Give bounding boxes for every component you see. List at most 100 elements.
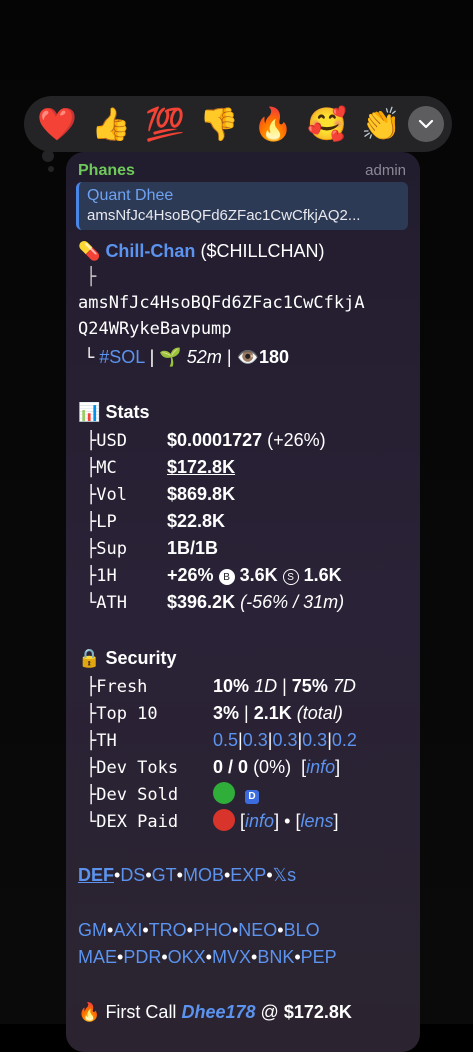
separator: |	[226, 347, 232, 367]
stats-title: Stats	[105, 402, 150, 422]
dev-badge[interactable]: D	[245, 790, 260, 804]
security-label: ├Top 10	[86, 704, 158, 724]
stat-value: $869.8K	[167, 484, 236, 504]
stat-value: 1B/1B	[167, 538, 219, 558]
tree-branch: ├	[86, 267, 97, 287]
fresh-period-2: 7D	[332, 676, 356, 696]
th-link-5[interactable]: 0.2	[332, 730, 357, 750]
link-exp[interactable]: EXP	[230, 865, 266, 885]
link-ds[interactable]: DS	[120, 865, 145, 885]
stat-label: ├LP	[86, 512, 117, 532]
stat-value: +26%	[167, 565, 214, 585]
token-name-link[interactable]: Chill-Chan	[105, 241, 195, 261]
reaction-heart[interactable]: ❤️	[30, 96, 84, 152]
reaction-hundred[interactable]: 💯	[138, 96, 192, 152]
tree-end: └	[84, 348, 95, 368]
link-axi[interactable]: AXI	[113, 920, 142, 940]
fire-icon: 🔥	[78, 1002, 101, 1022]
contract-address-line1[interactable]: amsNfJc4HsoBQFd6ZFac1CwCfkjA	[78, 290, 365, 316]
pill-icon: 💊	[78, 241, 101, 261]
buys-icon: B	[218, 569, 235, 585]
stat-row-usd: ├USD $0.0001727 (+26%)	[86, 427, 326, 454]
token-ticker: ($CHILLCHAN)	[200, 241, 325, 261]
reaction-clap[interactable]: 👏	[354, 96, 408, 152]
link-pdr[interactable]: PDR	[123, 947, 161, 967]
bullet: •	[284, 811, 291, 831]
link-blo[interactable]: BLO	[284, 920, 320, 940]
separator: |	[282, 676, 287, 696]
reaction-fire[interactable]: 🔥	[246, 96, 300, 152]
green-status-icon	[213, 782, 236, 804]
caller-link[interactable]: Dhee178	[181, 1002, 255, 1022]
link-gm[interactable]: GM	[78, 920, 107, 940]
link-okx[interactable]: OKX	[168, 947, 206, 967]
token-header: 💊 Chill-Chan ($CHILLCHAN)	[78, 238, 324, 264]
security-label: ├Dev Toks	[86, 758, 179, 778]
sells-value: 1.6K	[303, 565, 342, 585]
chevron-down-icon	[418, 119, 434, 129]
top10-note: (total)	[296, 703, 343, 723]
bar-chart-icon: 📊	[78, 402, 101, 422]
link-mob[interactable]: MOB	[183, 865, 224, 885]
reaction-bar-tail-small	[48, 166, 54, 172]
reply-quote[interactable]: Quant Dhee amsNfJc4HsoBQFd6ZFac1CwCfkjAQ…	[76, 182, 408, 230]
stat-label: ├Sup	[86, 539, 127, 559]
security-row-fresh: ├Fresh 10% 1D | 75% 7D	[86, 673, 356, 700]
security-row-dev-toks: ├Dev Toks 0 / 0 (0%) [info]	[86, 754, 340, 781]
buys-value: 3.6K	[239, 565, 278, 585]
separator: |	[149, 347, 155, 367]
stat-row-mc: ├MC $172.8K	[86, 454, 235, 481]
links-row-3: MAE•PDR•OKX•MVX•BNK•PEP	[78, 944, 337, 970]
th-link-4[interactable]: 0.3	[302, 730, 327, 750]
dev-toks-info-link[interactable]: info	[306, 757, 335, 777]
stat-label: └ATH	[86, 593, 127, 613]
link-tro[interactable]: TRO	[149, 920, 187, 940]
reaction-thumbs-up[interactable]: 👍	[84, 96, 138, 152]
market-cap-link[interactable]: $172.8K	[167, 457, 235, 477]
stat-row-lp: ├LP $22.8K	[86, 508, 225, 535]
stat-label: ├Vol	[86, 485, 127, 505]
stat-label: ├1H	[86, 566, 117, 586]
link-pep[interactable]: PEP	[301, 947, 337, 967]
th-link-1[interactable]: 0.5	[213, 730, 238, 750]
security-heading: 🔒 Security	[78, 645, 176, 671]
stat-value: $22.8K	[167, 511, 226, 531]
at-sign: @	[260, 1002, 279, 1022]
more-reactions-button[interactable]	[408, 106, 444, 142]
first-call-line: 🔥 First Call Dhee178 @ $172.8K	[78, 999, 352, 1025]
security-row-dev-sold: ├Dev Sold D	[86, 781, 260, 808]
dex-lens-link[interactable]: lens	[300, 811, 333, 831]
link-mvx[interactable]: MVX	[212, 947, 251, 967]
stat-row-ath: └ATH $396.2K (-56% / 31m)	[86, 589, 344, 616]
dex-info-link[interactable]: info	[245, 811, 274, 831]
security-label: ├Fresh	[86, 677, 148, 697]
link-neo[interactable]: NEO	[238, 920, 277, 940]
link-mae[interactable]: MAE	[78, 947, 117, 967]
security-label: ├TH	[86, 731, 117, 751]
th-link-2[interactable]: 0.3	[243, 730, 268, 750]
security-label: └DEX Paid	[86, 812, 179, 832]
link-bnk[interactable]: BNK	[257, 947, 294, 967]
first-call-value: $172.8K	[283, 1002, 352, 1022]
link-x-search[interactable]: 𝕏s	[273, 865, 297, 885]
link-pho[interactable]: PHO	[193, 920, 232, 940]
bracket: ]	[333, 811, 339, 831]
chain-hashtag[interactable]: #SOL	[99, 347, 144, 367]
sender-role: admin	[365, 162, 406, 179]
seedling-icon: 🌱	[159, 347, 182, 367]
stat-value: $396.2K	[167, 592, 236, 612]
fresh-period-1: 1D	[254, 676, 278, 696]
reply-text: amsNfJc4HsoBQFd6ZFac1CwCfkjAQ2...	[87, 207, 361, 224]
top10-value-1: 3%	[213, 703, 240, 723]
dev-toks-pct: (0%)	[253, 757, 292, 777]
contract-address-line2[interactable]: Q24WRykeBavpump	[78, 316, 232, 342]
sells-icon: S	[282, 569, 299, 585]
reaction-thumbs-down[interactable]: 👎	[192, 96, 246, 152]
th-link-3[interactable]: 0.3	[272, 730, 297, 750]
reaction-smiling-hearts[interactable]: 🥰	[300, 96, 354, 152]
link-gt[interactable]: GT	[152, 865, 177, 885]
message-bubble[interactable]: Phanes admin Quant Dhee amsNfJc4HsoBQFd6…	[66, 152, 420, 1052]
stat-label: ├USD	[86, 431, 127, 451]
sender-name[interactable]: Phanes	[78, 162, 135, 180]
link-def[interactable]: DEF	[78, 865, 114, 885]
